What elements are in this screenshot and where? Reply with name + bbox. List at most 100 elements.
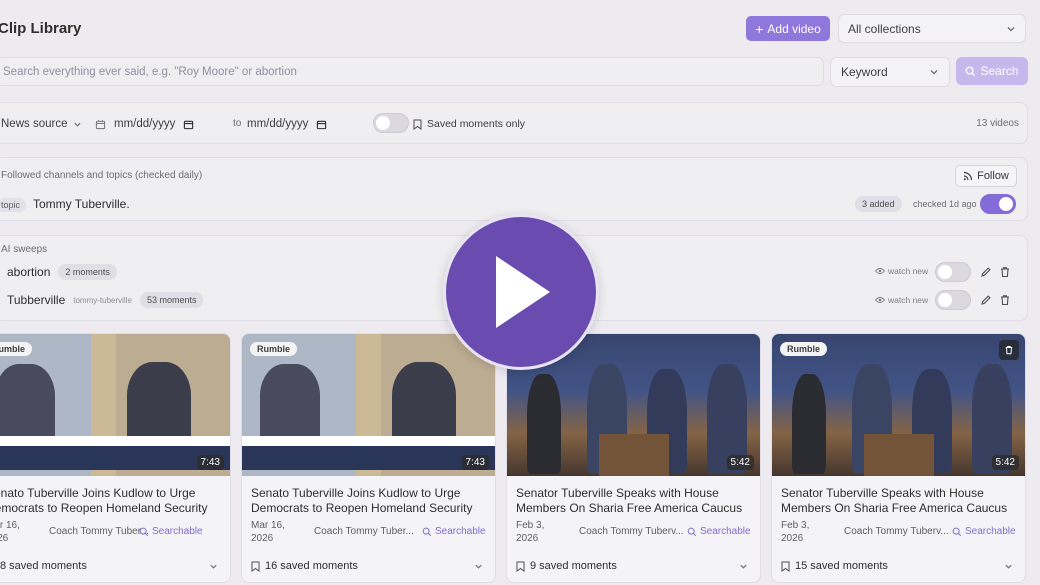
date-to-label: to — [233, 118, 242, 129]
search-input[interactable]: Search everything ever said, e.g. "Roy M… — [0, 57, 824, 86]
chevron-down-icon — [74, 122, 82, 127]
calendar-icon — [184, 120, 194, 129]
video-title[interactable]: Senato Tuberville Joins Kudlow to Urge D… — [0, 486, 224, 516]
source-badge: Rumble — [0, 342, 33, 356]
trash-icon[interactable] — [999, 294, 1011, 306]
video-duration: 7:43 — [196, 455, 224, 470]
video-date: Mar 16, 2026 — [251, 520, 285, 544]
search-icon — [966, 66, 976, 76]
followed-topic-name: Tommy Tuberville. — [33, 197, 130, 211]
sweep-moment-count: 53 moments — [139, 292, 204, 308]
video-duration: 5:42 — [726, 455, 754, 470]
saved-moments-toggle[interactable]: 15 saved moments — [781, 560, 1013, 572]
chevron-down-icon — [210, 564, 217, 569]
topic-type-badge: topic — [0, 198, 27, 212]
play-icon — [496, 256, 550, 328]
search-button[interactable]: Search — [956, 57, 1028, 85]
search-status-icon — [687, 527, 697, 536]
eye-icon — [875, 297, 885, 303]
video-owner: Coach Tommy Tuber... — [49, 526, 149, 537]
chevron-down-icon — [475, 564, 482, 569]
video-title[interactable]: Senator Tuberville Speaks with House Mem… — [516, 486, 754, 516]
rss-icon — [963, 171, 973, 181]
delete-video-button[interactable] — [999, 340, 1019, 360]
video-duration: 7:43 — [461, 455, 489, 470]
source-badge: Rumble — [250, 342, 298, 356]
searchable-status: Searchable — [687, 526, 751, 537]
bookmark-icon — [516, 561, 525, 572]
bookmark-icon — [413, 119, 422, 130]
video-date: Feb 3, 2026 — [516, 520, 545, 544]
followed-topic-toggle[interactable] — [980, 194, 1016, 214]
search-status-icon — [422, 527, 432, 536]
collections-select[interactable]: All collections — [838, 14, 1026, 43]
watch-new-option: watch new — [875, 266, 928, 276]
video-card[interactable]: Rumble 7:43 Senato Tuberville Joins Kudl… — [241, 333, 496, 583]
video-date: Mar 16, 2026 — [0, 520, 20, 544]
sweep-row[interactable]: abortion 2 moments — [7, 262, 117, 282]
play-button[interactable] — [443, 214, 599, 370]
saved-moments-toggle[interactable]: 9 saved moments — [516, 560, 748, 572]
searchable-label: Searchable — [700, 526, 751, 537]
video-card[interactable]: Rumble 5:42 Senator Tuberville Speaks wi… — [771, 333, 1026, 583]
video-owner: Coach Tommy Tuberv... — [844, 526, 949, 537]
video-duration: 5:42 — [991, 455, 1019, 470]
date-to-placeholder: mm/dd/yyyy — [247, 118, 309, 130]
searchable-status: Searchable — [139, 526, 203, 537]
trash-icon — [1005, 346, 1013, 355]
add-video-button[interactable]: + Add video — [746, 16, 830, 41]
follow-label: Follow — [977, 170, 1009, 182]
source-badge: Rumble — [780, 342, 828, 356]
saved-only-toggle[interactable] — [373, 113, 409, 133]
watch-new-toggle[interactable] — [935, 290, 971, 310]
search-mode-value: Keyword — [841, 65, 888, 79]
bookmark-icon — [781, 561, 790, 572]
news-source-select[interactable]: News source — [1, 118, 82, 130]
video-date: Feb 3, 2026 — [781, 520, 810, 544]
saved-moments-toggle[interactable]: 8 saved moments — [0, 560, 218, 572]
video-title[interactable]: Senator Tuberville Speaks with House Mem… — [781, 486, 1019, 516]
saved-moments-toggle[interactable]: 16 saved moments — [251, 560, 483, 572]
date-to-input[interactable]: mm/dd/yyyy — [247, 111, 359, 137]
toggle-knob — [376, 116, 390, 130]
sweep-row[interactable]: Tubberville tommy-tuberville 53 moments — [7, 290, 204, 310]
date-from-placeholder: mm/dd/yyyy — [114, 118, 176, 130]
search-mode-select[interactable]: Keyword — [830, 57, 950, 87]
sweep-name: Tubberville — [7, 293, 66, 307]
calendar-icon — [317, 120, 327, 129]
video-owner: Coach Tommy Tuberv... — [579, 526, 684, 537]
calendar-icon — [95, 119, 106, 129]
date-from-input[interactable]: mm/dd/yyyy — [87, 111, 225, 137]
video-count: 13 videos — [976, 118, 1019, 129]
followed-heading: Followed channels and topics (checked da… — [1, 170, 203, 181]
checked-time: checked 1d ago — [913, 199, 977, 209]
search-status-icon — [952, 527, 962, 536]
saved-only-option[interactable]: Saved moments only — [413, 118, 525, 130]
edit-icon[interactable] — [980, 266, 992, 278]
add-video-label: Add video — [767, 21, 821, 36]
trash-icon[interactable] — [999, 266, 1011, 278]
clip-library-app: Clip Library + Add video All collections… — [0, 0, 1040, 585]
search-status-icon — [139, 527, 149, 536]
chevron-down-icon — [930, 70, 938, 75]
watch-new-toggle[interactable] — [935, 262, 971, 282]
follow-button[interactable]: Follow — [955, 165, 1017, 187]
search-button-label: Search — [980, 64, 1019, 78]
video-card[interactable]: 5:42 Senator Tuberville Speaks with Hous… — [506, 333, 761, 583]
plus-icon: + — [755, 20, 764, 37]
saved-moments-count: 9 saved moments — [530, 560, 617, 572]
sweep-name: abortion — [7, 265, 51, 279]
toggle-knob — [938, 293, 952, 307]
filter-bar: News source mm/dd/yyyy to mm/dd/yyyy Sav… — [0, 102, 1028, 144]
chevron-down-icon — [1007, 26, 1015, 31]
video-card[interactable]: Rumble 7:43 Senato Tuberville Joins Kudl… — [0, 333, 231, 583]
sweep-slug: tommy-tuberville — [73, 295, 132, 305]
chevron-down-icon — [1005, 564, 1012, 569]
video-title[interactable]: Senato Tuberville Joins Kudlow to Urge D… — [251, 486, 489, 516]
searchable-label: Searchable — [152, 526, 203, 537]
video-thumbnail[interactable] — [0, 334, 230, 476]
saved-moments-count: 8 saved moments — [0, 560, 87, 572]
toggle-knob — [938, 265, 952, 279]
sweep-moment-count: 2 moments — [58, 264, 117, 280]
edit-icon[interactable] — [980, 294, 992, 306]
